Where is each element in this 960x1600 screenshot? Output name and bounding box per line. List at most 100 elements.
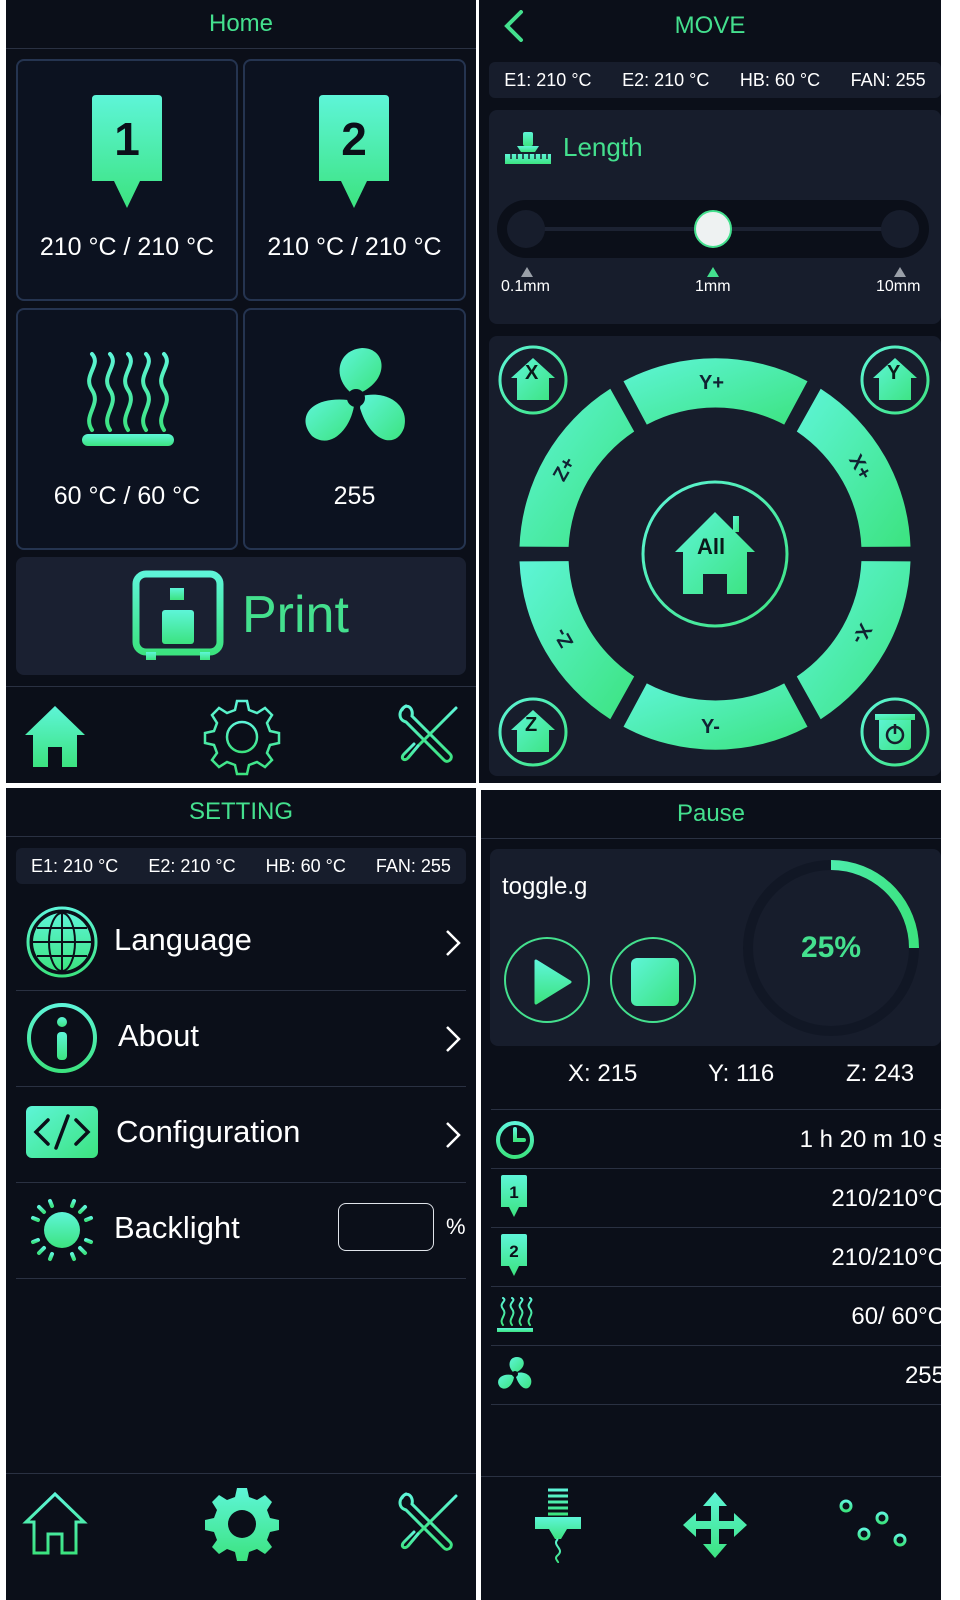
length-option-10mm[interactable]: 10mm	[876, 278, 920, 296]
svg-text:1: 1	[509, 1183, 518, 1202]
page-title: Home	[208, 10, 274, 37]
gear-icon[interactable]	[202, 697, 282, 777]
globe-icon	[26, 906, 98, 978]
heated-bed-icon	[497, 1297, 533, 1332]
tools-icon[interactable]	[396, 702, 462, 768]
setting-item-configuration[interactable]: Configuration	[16, 1086, 466, 1183]
home-z-button[interactable]: Z	[525, 714, 537, 737]
home-y-button[interactable]: Y	[887, 362, 900, 385]
pause-screen: Pause toggle.g 25% X: 215 Y: 116 Z: 243 …	[481, 790, 941, 1600]
tools-icon[interactable]	[396, 1490, 462, 1556]
jog-y-minus-label[interactable]: Y-	[701, 716, 720, 739]
extruder-1-number: 1	[114, 113, 140, 165]
length-slider[interactable]	[497, 200, 929, 258]
length-option-1mm[interactable]: 1mm	[695, 278, 731, 296]
info-row-extruder-1: 1 210/210°C	[491, 1169, 941, 1228]
e1-temp: E1: 210 °C	[31, 855, 119, 876]
slider-knob[interactable]	[694, 210, 732, 248]
file-name: toggle.g	[502, 873, 588, 900]
coords: X: 215 Y: 116 Z: 243	[490, 1060, 941, 1104]
clock-icon	[496, 1121, 534, 1159]
play-icon	[534, 959, 572, 1005]
extruder-2-temp: 210/210°C	[831, 1244, 941, 1271]
extruder-2-number: 2	[341, 113, 367, 165]
status-bar: E1: 210 °C E2: 210 °C HB: 60 °C FAN: 255	[16, 848, 466, 884]
code-icon	[26, 1106, 98, 1158]
jog-card: Y+ Y- X+ X- Z+ Z- All X Y Z	[489, 336, 941, 776]
coord-z: Z: 243	[846, 1060, 915, 1087]
length-label: Length	[563, 132, 643, 162]
fan-speed: FAN: 255	[850, 69, 926, 90]
jog-y-plus-label[interactable]: Y+	[699, 372, 724, 395]
info-row-extruder-2: 2 210/210°C	[491, 1228, 941, 1287]
extruder-1-temp: 210 °C / 210 °C	[39, 233, 215, 261]
printer-icon	[132, 570, 224, 660]
ruler-icon	[505, 132, 551, 164]
bed-temp: HB: 60 °C	[739, 69, 821, 90]
fan-icon	[305, 348, 405, 441]
bed-temp: 60/ 60°C	[851, 1303, 941, 1330]
setting-item-backlight: Backlight %	[16, 1182, 466, 1279]
backlight-input[interactable]	[338, 1203, 434, 1251]
status-bar: E1: 210 °C E2: 210 °C HB: 60 °C FAN: 255	[489, 62, 941, 98]
motors-off-button[interactable]	[861, 698, 929, 766]
fan-icon	[498, 1357, 532, 1389]
setting-item-label: Backlight	[114, 1210, 240, 1245]
page-title: MOVE	[674, 12, 746, 39]
extruder-2-icon: 2	[501, 1234, 527, 1276]
page-title: Pause	[676, 800, 746, 827]
chevron-right-icon	[446, 1026, 461, 1052]
setting-item-language[interactable]: Language	[16, 894, 466, 991]
extruder-1-icon: 1	[92, 95, 162, 208]
print-button[interactable]: Print	[16, 557, 466, 675]
fan-speed: FAN: 255	[375, 855, 451, 876]
coord-x: X: 215	[568, 1060, 638, 1087]
setting-item-about[interactable]: About	[16, 990, 466, 1087]
extruder-1-card[interactable]: 1 210 °C / 210 °C	[16, 59, 238, 301]
chevron-right-icon	[446, 1122, 461, 1148]
home-icon[interactable]	[22, 703, 88, 769]
length-option-0.1mm[interactable]: 0.1mm	[501, 278, 550, 296]
home-icon[interactable]	[22, 1490, 88, 1556]
stop-button[interactable]	[610, 937, 696, 1023]
progress-percent: 25%	[800, 931, 862, 964]
move-screen: MOVE E1: 210 °C E2: 210 °C HB: 60 °C FAN…	[479, 0, 941, 783]
heated-bed-icon	[82, 352, 174, 446]
stop-icon	[631, 958, 679, 1006]
fan-value: 255	[904, 1362, 941, 1389]
info-row-bed: 60/ 60°C	[491, 1287, 941, 1346]
e2-temp: E2: 210 °C	[622, 69, 710, 90]
extruder-2-card[interactable]: 2 210 °C / 210 °C	[243, 59, 466, 301]
extruder-1-temp: 210/210°C	[831, 1185, 941, 1212]
info-row-time: 1 h 20 m 10 s	[491, 1110, 941, 1169]
chevron-right-icon	[446, 930, 461, 956]
move-icon[interactable]	[681, 1490, 749, 1560]
setting-screen: SETTING E1: 210 °C E2: 210 °C HB: 60 °C …	[6, 788, 476, 1600]
fan-value: 255	[333, 482, 376, 510]
e2-temp: E2: 210 °C	[148, 855, 236, 876]
setting-item-label: About	[118, 1018, 200, 1053]
coord-y: Y: 116	[708, 1060, 775, 1087]
e1-temp: E1: 210 °C	[504, 69, 592, 90]
gear-icon[interactable]	[202, 1484, 282, 1564]
svg-text:2: 2	[509, 1242, 518, 1261]
extruder-2-icon: 2	[319, 95, 389, 208]
bed-card[interactable]: 60 °C / 60 °C	[16, 308, 238, 550]
extruder-2-temp: 210 °C / 210 °C	[267, 233, 442, 261]
sliders-icon[interactable]	[838, 1490, 908, 1560]
home-all-button[interactable]: All	[697, 534, 725, 560]
setting-item-label: Language	[114, 922, 252, 957]
info-icon	[27, 1003, 97, 1073]
print-label: Print	[242, 586, 349, 644]
fan-card[interactable]: 255	[243, 308, 466, 550]
resume-button[interactable]	[504, 937, 590, 1023]
setting-item-label: Configuration	[116, 1114, 301, 1149]
nozzle-icon[interactable]	[533, 1487, 583, 1563]
info-row-fan: 255	[491, 1346, 941, 1405]
backlight-unit: %	[446, 1214, 466, 1239]
job-card: toggle.g 25%	[490, 849, 941, 1046]
extruder-1-icon: 1	[501, 1175, 527, 1217]
home-x-button[interactable]: X	[525, 362, 538, 385]
print-time: 1 h 20 m 10 s	[799, 1126, 941, 1153]
page-title: SETTING	[188, 798, 293, 825]
